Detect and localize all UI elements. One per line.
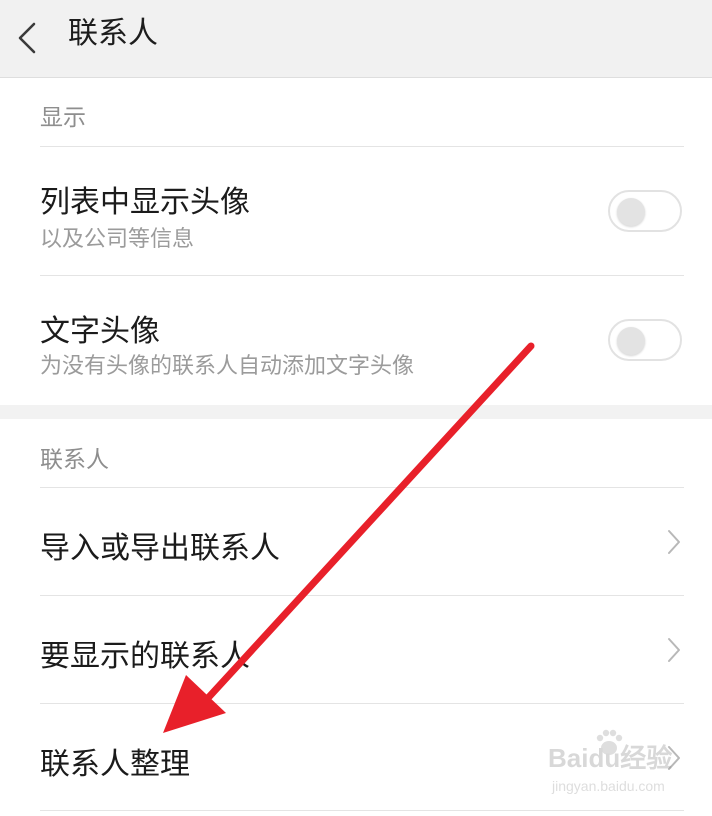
setting-title: 联系人整理	[40, 747, 190, 782]
toggle-switch-text-avatar[interactable]	[608, 319, 682, 361]
setting-title: 文字头像	[40, 314, 160, 349]
setting-subtitle: 以及公司等信息	[40, 227, 195, 252]
chevron-right-icon	[668, 638, 680, 662]
setting-title: 要显示的联系人	[40, 639, 250, 674]
watermark-url: jingyan.baidu.com	[552, 778, 665, 794]
divider	[40, 810, 684, 811]
setting-subtitle: 为没有头像的联系人自动添加文字头像	[40, 354, 415, 379]
section-header-contacts: 联系人	[40, 447, 109, 473]
setting-row-contacts-to-display[interactable]: 要显示的联系人	[0, 596, 712, 703]
setting-row-show-avatar[interactable]: 列表中显示头像 以及公司等信息	[0, 147, 712, 275]
watermark-text: Baidu经验	[548, 743, 673, 773]
baidu-watermark: Baidu经验 jingyan.baidu.com	[538, 729, 698, 800]
title-bar: 联系人	[0, 0, 712, 78]
setting-row-text-avatar[interactable]: 文字头像 为没有头像的联系人自动添加文字头像	[0, 276, 712, 404]
setting-title: 导入或导出联系人	[40, 531, 280, 566]
setting-title: 列表中显示头像	[40, 185, 250, 220]
section-gap	[0, 405, 712, 419]
back-button[interactable]	[0, 0, 60, 77]
chevron-right-icon	[668, 530, 680, 554]
toggle-knob	[617, 327, 645, 355]
page-title: 联系人	[68, 16, 158, 51]
setting-row-import-export[interactable]: 导入或导出联系人	[0, 488, 712, 595]
toggle-knob	[617, 198, 645, 226]
section-header-display: 显示	[40, 105, 86, 131]
chevron-left-icon	[18, 22, 36, 54]
toggle-switch-show-avatar[interactable]	[608, 190, 682, 232]
